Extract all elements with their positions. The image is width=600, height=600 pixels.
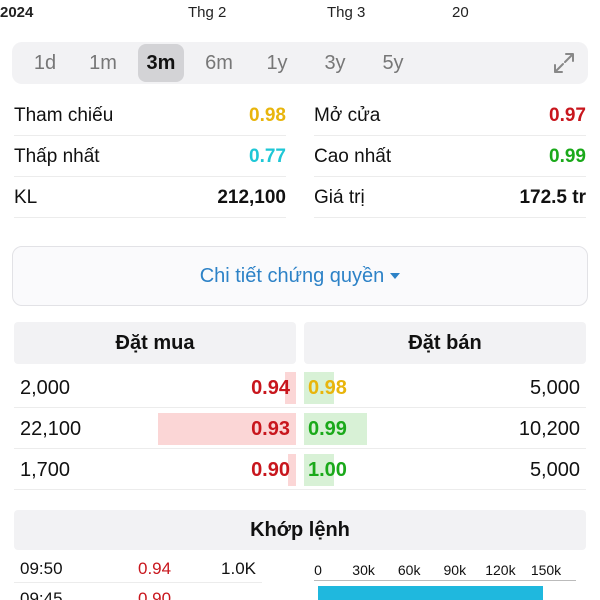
volume-axis-tick: 30k [352,562,375,578]
stat-label: Mở cửa [314,104,381,126]
axis-month-label: Thg 2 [188,4,227,21]
volume-axis-tick: 120k [485,562,516,578]
caret-down-icon [390,273,401,279]
buy-volume: 2,000 [20,377,71,399]
axis-month-label: Thg 3 [327,4,366,21]
volume-axis-tick: 0 [314,562,322,578]
trade-time: 09:50 [20,559,63,578]
sell-orders-header: Đặt bán [304,322,586,364]
volume-bar [318,586,543,600]
stat-value-traded: Giá trị 172.5 tr [314,178,586,218]
stat-value: 212,100 [217,186,286,208]
trade-price: 0.94 [138,559,172,578]
sell-price[interactable]: 1.00 [308,459,347,482]
stat-value: 0.77 [249,145,286,167]
stat-label: Giá trị [314,186,365,208]
buy-price[interactable]: 0.94 [251,377,290,400]
sell-price[interactable]: 0.98 [308,377,347,400]
chart-time-axis: 2024 Thg 2 Thg 3 20 [0,0,600,28]
sell-volume: 10,200 [518,418,580,440]
expand-icon[interactable] [552,51,576,75]
order-book-row: 2,000 0.94 0.98 5,000 [14,368,586,408]
time-range-selector: 1d 1m 3m 6m 1y 3y 5y [12,42,588,84]
range-1d-button[interactable]: 1d [22,44,68,82]
stat-value: 0.98 [249,104,286,126]
stat-reference: Tham chiếu 0.98 [14,96,286,136]
stat-value: 0.99 [549,145,586,167]
stat-volume: KL 212,100 [14,178,286,218]
stat-label: KL [14,186,38,208]
range-3m-button[interactable]: 3m [138,44,184,82]
trade-volume: 1.0K [221,559,256,578]
trade-row: 09:50 0.94 1.0K [14,553,262,583]
buy-orders-header: Đặt mua [14,322,296,364]
sell-price[interactable]: 0.99 [308,418,347,441]
stat-label: Thấp nhất [14,145,100,167]
order-book-row: 22,100 0.93 0.99 10,200 [14,409,586,449]
range-6m-button[interactable]: 6m [196,44,242,82]
trade-row: 09:45 0.90 [14,583,262,600]
volume-axis-tick: 150k [530,562,562,578]
trade-time: 09:45 [20,589,63,600]
axis-year-label: 2024 [0,4,34,21]
stat-label: Cao nhất [314,145,392,167]
order-book-row: 1,700 0.90 1.00 5,000 [14,450,586,490]
buy-price[interactable]: 0.90 [251,459,290,482]
trade-price: 0.90 [138,589,172,600]
volume-axis-tick: 60k [397,562,421,578]
volume-axis-line [314,580,576,581]
range-1y-button[interactable]: 1y [254,44,300,82]
stat-value: 172.5 tr [519,186,586,208]
axis-month-label: 20 [452,4,469,21]
sell-volume: 5,000 [529,459,580,481]
volume-distribution-chart: 0 30k 60k 90k 120k 150k [306,556,582,600]
volume-axis-tick: 90k [443,562,467,578]
range-5y-button[interactable]: 5y [370,44,416,82]
stat-label: Tham chiếu [14,104,114,126]
stat-open: Mở cửa 0.97 [314,96,586,136]
stat-high: Cao nhất 0.99 [314,137,586,177]
matched-trades-header: Khớp lệnh [14,510,586,550]
sell-volume: 5,000 [529,377,580,399]
buy-volume: 22,100 [20,418,82,440]
stat-value: 0.97 [549,104,586,126]
buy-price[interactable]: 0.93 [251,418,290,441]
buy-volume: 1,700 [20,459,71,481]
warrant-detail-label: Chi tiết chứng quyền [199,264,385,287]
warrant-detail-button[interactable]: Chi tiết chứng quyền [12,246,588,306]
range-3y-button[interactable]: 3y [312,44,358,82]
stat-low: Thấp nhất 0.77 [14,137,286,177]
range-1m-button[interactable]: 1m [80,44,126,82]
